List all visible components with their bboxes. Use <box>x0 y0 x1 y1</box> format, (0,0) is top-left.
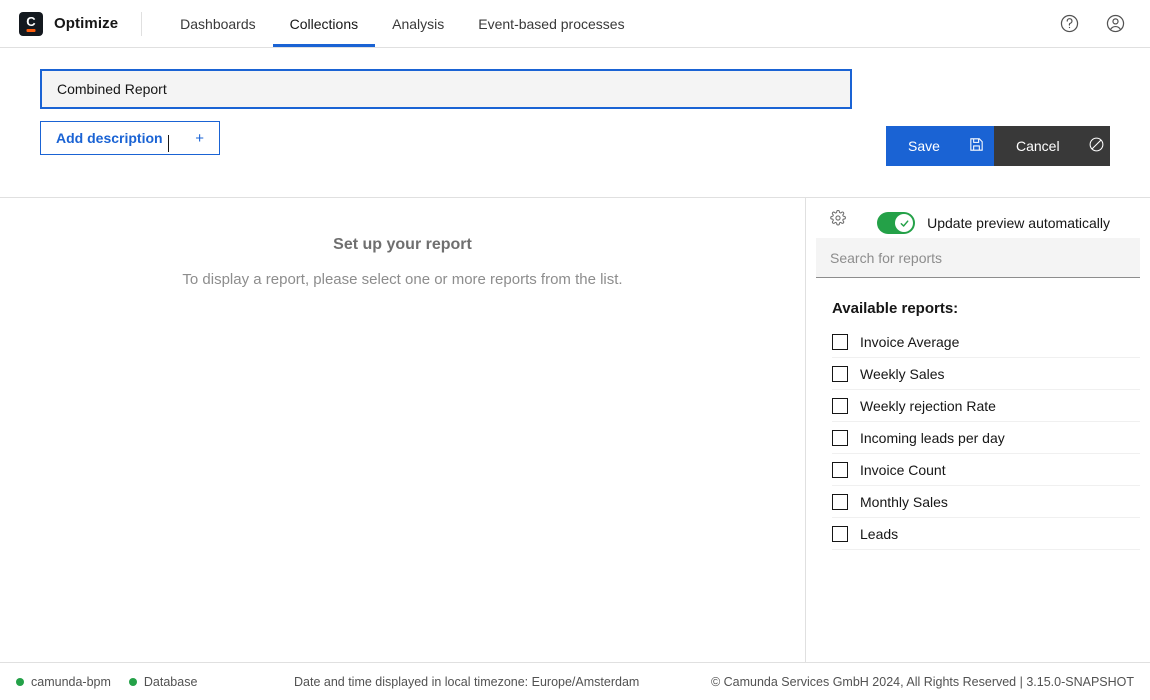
brand: C Optimize <box>0 11 119 36</box>
header-actions <box>1056 11 1150 37</box>
nav-item-dashboards[interactable]: Dashboards <box>163 0 273 47</box>
empty-state-subtitle: To display a report, please select one o… <box>182 271 623 288</box>
status-dot-icon <box>128 677 137 686</box>
report-label: Weekly rejection Rate <box>860 397 996 414</box>
cancel-button[interactable]: Cancel <box>994 126 1110 166</box>
plus-icon: + <box>195 129 204 147</box>
report-checkbox[interactable] <box>832 461 848 478</box>
status-dot-icon <box>16 677 24 686</box>
header-divider <box>141 11 143 36</box>
nav-item-event-based-processes[interactable]: Event-based processes <box>461 0 641 47</box>
text-caret <box>168 135 169 152</box>
nav-label: Dashboards <box>180 15 256 32</box>
connection-status-database: Database <box>128 674 198 689</box>
list-item[interactable]: Leads <box>832 518 1140 550</box>
update-preview-label: Update preview automatically <box>927 215 1110 231</box>
list-item[interactable]: Incoming leads per day <box>832 422 1140 454</box>
reports-side-panel: Available reports: Invoice Average Weekl… <box>806 198 1150 662</box>
connection-status-camunda-bpm: camunda-bpm <box>16 675 111 689</box>
add-description-label: Add description <box>56 130 163 146</box>
floppy-disk-icon <box>968 136 985 156</box>
body-area: Set up your report To display a report, … <box>0 197 1150 662</box>
report-label: Incoming leads per day <box>860 429 1005 446</box>
list-item[interactable]: Invoice Average <box>832 326 1140 358</box>
timezone-note: Date and time displayed in local timezon… <box>294 674 640 689</box>
nav-item-analysis[interactable]: Analysis <box>375 0 461 47</box>
help-circle-icon[interactable] <box>1056 11 1082 37</box>
connection-status-group: camunda-bpm Database <box>0 675 197 689</box>
report-label: Weekly Sales <box>860 365 945 382</box>
main-nav: Dashboards Collections Analysis Event-ba… <box>163 0 641 47</box>
cancel-label: Cancel <box>1016 138 1060 154</box>
gear-icon[interactable] <box>830 210 846 226</box>
search-row <box>806 238 1150 278</box>
connection-label: Database <box>143 674 198 689</box>
report-checkbox[interactable] <box>832 397 848 414</box>
toggle-knob <box>895 214 914 232</box>
report-label: Leads <box>860 525 899 542</box>
available-reports-list: Invoice Average Weekly Sales Weekly reje… <box>806 326 1150 550</box>
report-name-input[interactable] <box>40 69 852 109</box>
empty-state-title: Set up your report <box>333 236 472 253</box>
report-label: Invoice Count <box>860 461 946 478</box>
list-item[interactable]: Weekly rejection Rate <box>832 390 1140 422</box>
brand-name: Optimize <box>54 15 119 32</box>
report-preview-panel: Set up your report To display a report, … <box>0 198 806 662</box>
nav-label: Collections <box>289 15 359 32</box>
toggle-switch[interactable] <box>877 212 916 234</box>
report-checkbox[interactable] <box>832 333 848 350</box>
nav-label: Analysis <box>392 15 445 32</box>
empty-state: Set up your report To display a report, … <box>0 236 805 288</box>
nav-label: Event-based processes <box>478 15 625 32</box>
camunda-logo-icon: C <box>19 11 43 36</box>
connection-label: camunda-bpm <box>31 674 111 689</box>
nav-item-collections[interactable]: Collections <box>272 0 376 47</box>
logo-bar <box>26 29 36 32</box>
report-checkbox[interactable] <box>832 365 848 382</box>
report-actions: Save Cancel <box>886 126 1110 166</box>
no-entry-icon <box>1088 136 1105 156</box>
update-preview-toggle[interactable]: Update preview automatically <box>877 212 1110 234</box>
report-checkbox[interactable] <box>832 525 848 542</box>
save-button[interactable]: Save <box>886 126 994 166</box>
list-item[interactable]: Invoice Count <box>832 454 1140 486</box>
logo-letter: C <box>26 14 36 29</box>
add-description-button[interactable]: Add description + <box>40 121 220 155</box>
app-footer: camunda-bpm Database Date and time displ… <box>0 662 1150 700</box>
report-label: Invoice Average <box>860 333 960 350</box>
save-label: Save <box>908 138 940 154</box>
list-item[interactable]: Monthly Sales <box>832 486 1140 518</box>
report-checkbox[interactable] <box>832 429 848 446</box>
list-item[interactable]: Weekly Sales <box>832 358 1140 390</box>
report-checkbox[interactable] <box>832 493 848 510</box>
app-header: C Optimize Dashboards Collections Analys… <box>0 0 1150 48</box>
search-input[interactable] <box>816 238 1140 278</box>
copyright-text: © Camunda Services GmbH 2024, All Rights… <box>710 674 1134 689</box>
user-avatar-icon[interactable] <box>1102 11 1128 37</box>
available-reports-title: Available reports: <box>832 300 959 317</box>
report-label: Monthly Sales <box>860 493 948 510</box>
report-titlebar: Add description + Save Cancel <box>0 48 1150 234</box>
